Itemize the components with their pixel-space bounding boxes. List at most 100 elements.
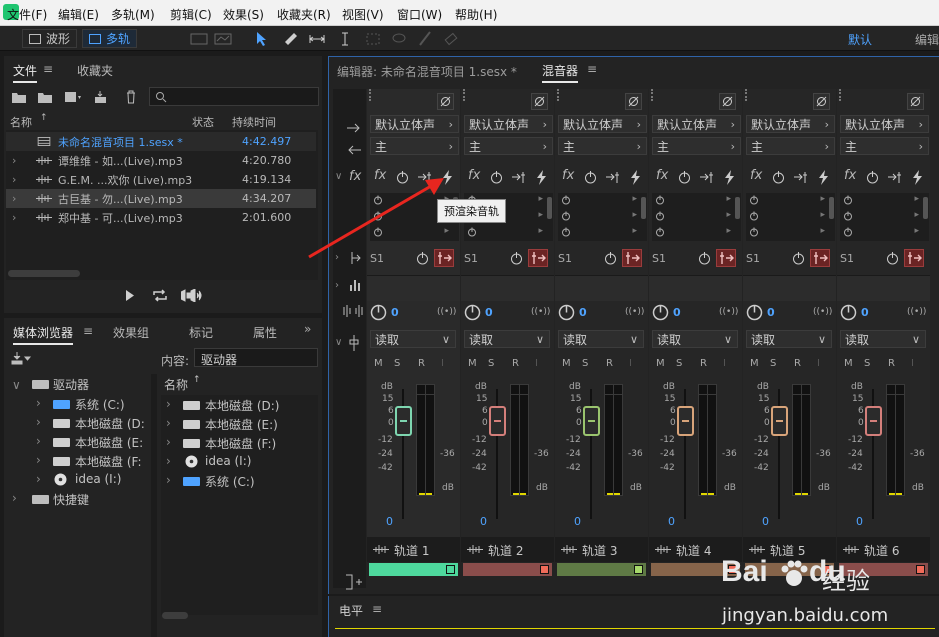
list-item[interactable]: 本地磁盘 (E:) — [205, 416, 278, 433]
power-icon[interactable] — [582, 169, 599, 186]
panel-menu-icon[interactable]: ≡ — [587, 62, 597, 76]
record-arm-button[interactable]: R — [888, 358, 895, 369]
download-icon[interactable] — [11, 351, 33, 365]
power-icon[interactable] — [790, 250, 807, 267]
track-color-swatch[interactable] — [540, 565, 549, 574]
tab-media-browser[interactable]: 媒体浏览器 — [13, 324, 74, 345]
expand-eq-icon[interactable]: › — [335, 280, 339, 291]
slot-arrow-icon[interactable]: ▸ — [726, 194, 731, 204]
menu-effects[interactable]: 效果(S) — [223, 6, 264, 23]
stereo-icon[interactable]: ((•)) — [625, 307, 644, 317]
name-col-header[interactable]: 名称 — [164, 376, 188, 393]
menu-help[interactable]: 帮助(H) — [455, 6, 497, 23]
expand-arrow-icon[interactable]: › — [166, 454, 171, 468]
pre-post-fader-icon[interactable] — [511, 169, 528, 186]
workspace-edit[interactable]: 编辑 — [915, 31, 939, 48]
panel-menu-icon[interactable]: ≡ — [83, 324, 93, 338]
stereo-icon[interactable]: ((•)) — [531, 307, 550, 317]
drag-handle[interactable] — [369, 89, 373, 101]
input-select[interactable]: 默认立体声 › — [652, 115, 741, 133]
phase-invert-icon[interactable] — [813, 93, 830, 110]
list-item[interactable]: › 郑中基 - 可...(Live).mp3 2:01.600 — [6, 208, 316, 227]
pre-render-track-icon[interactable] — [721, 169, 738, 186]
collapse-automation-icon[interactable]: ∨ — [335, 337, 342, 348]
pan-knob-icon[interactable] — [464, 304, 481, 321]
stereo-icon[interactable]: ((•)) — [813, 307, 832, 317]
tab-mixer[interactable]: 混音器 — [542, 62, 579, 83]
solo-button[interactable]: S — [394, 358, 400, 369]
power-icon[interactable] — [843, 211, 853, 221]
tab-files[interactable]: 文件 — [13, 62, 38, 83]
record-arm-button[interactable]: R — [512, 358, 519, 369]
track-name[interactable]: 轨道 1 — [394, 542, 429, 559]
slot-arrow-icon[interactable]: ▸ — [726, 210, 731, 220]
eq-row[interactable] — [367, 275, 460, 301]
slot-arrow-icon[interactable]: ▸ — [538, 194, 543, 204]
output-select[interactable]: 主 › — [746, 137, 835, 155]
pre-render-track-icon[interactable] — [909, 169, 926, 186]
col-duration-header[interactable]: 持续时间 — [232, 114, 276, 130]
track-name[interactable]: 轨道 2 — [488, 542, 523, 559]
loop-icon[interactable] — [152, 289, 168, 302]
pan-value[interactable]: 0 — [485, 306, 493, 319]
pan-value[interactable]: 0 — [673, 306, 681, 319]
power-icon[interactable] — [467, 227, 477, 237]
output-select[interactable]: 主 › — [558, 137, 647, 155]
track-color-bar[interactable] — [463, 563, 552, 576]
panel-menu-icon[interactable]: ≡ — [43, 62, 53, 76]
automation-mode-select[interactable]: 读取 ∨ — [464, 330, 550, 348]
delete-icon[interactable] — [125, 90, 137, 104]
pre-post-fader-icon[interactable] — [699, 169, 716, 186]
power-icon[interactable] — [843, 227, 853, 237]
power-icon[interactable] — [655, 195, 665, 205]
expand-arrow-icon[interactable]: › — [166, 473, 171, 487]
more-tabs-icon[interactable]: » — [304, 322, 311, 336]
expand-arrow-icon[interactable]: › — [36, 472, 41, 486]
power-icon[interactable] — [508, 250, 525, 267]
fx-rack-slots[interactable]: ▸ ▸ ▸ — [558, 193, 647, 241]
slot-arrow-icon[interactable]: ▸ — [820, 226, 825, 236]
automation-mode-select[interactable]: 读取 ∨ — [558, 330, 644, 348]
list-item[interactable]: 本地磁盘 (D:) — [205, 397, 279, 414]
input-select[interactable]: 默认立体声 › — [464, 115, 553, 133]
power-icon[interactable] — [602, 250, 619, 267]
power-icon[interactable] — [488, 169, 505, 186]
menu-clip[interactable]: 剪辑(C) — [170, 6, 212, 23]
automation-mode-select[interactable]: 读取 ∨ — [746, 330, 832, 348]
solo-button[interactable]: S — [770, 358, 776, 369]
lasso-tool-icon[interactable] — [390, 30, 408, 48]
slot-arrow-icon[interactable]: ▸ — [538, 226, 543, 236]
stereo-icon[interactable]: ((•)) — [907, 307, 926, 317]
fx-scrollbar[interactable] — [735, 197, 740, 219]
tab-effects-rack[interactable]: 效果组 — [113, 324, 149, 341]
expand-arrow-icon[interactable]: › — [36, 453, 41, 467]
tab-markers[interactable]: 标记 — [189, 324, 213, 341]
automation-mode-select[interactable]: 读取 ∨ — [840, 330, 926, 348]
move-tool-icon[interactable] — [254, 30, 272, 48]
tree-drives[interactable]: 驱动器 — [53, 376, 89, 393]
content-path-field[interactable]: 驱动器 — [194, 348, 318, 367]
input-select[interactable]: 默认立体声 › — [370, 115, 459, 133]
phase-invert-icon[interactable] — [437, 93, 454, 110]
volume-fader[interactable] — [395, 406, 412, 436]
track-color-swatch[interactable] — [446, 565, 455, 574]
phase-invert-icon[interactable] — [625, 93, 642, 110]
tab-editor[interactable]: 编辑器: 未命名混音项目 1.sesx * — [337, 63, 517, 80]
col-status-header[interactable]: 状态 — [192, 114, 214, 130]
list-item[interactable]: 本地磁盘 (F:) — [205, 435, 276, 452]
horizontal-scrollbar[interactable] — [162, 612, 188, 619]
eq-row[interactable] — [461, 275, 554, 301]
tree-shortcuts[interactable]: 快捷键 — [53, 491, 89, 508]
slot-arrow-icon[interactable]: ▸ — [914, 194, 919, 204]
expand-arrow-icon[interactable]: › — [36, 434, 41, 448]
fx-icon[interactable]: fx — [844, 168, 856, 183]
open-folder-icon[interactable] — [11, 90, 27, 104]
eq-row[interactable] — [555, 275, 648, 301]
automation-mode-select[interactable]: 读取 ∨ — [370, 330, 456, 348]
volume-value[interactable]: 0 — [574, 515, 581, 528]
output-select[interactable]: 主 › — [840, 137, 929, 155]
input-monitor-button[interactable]: I — [817, 358, 820, 369]
track-color-bar[interactable] — [557, 563, 646, 576]
brush-tool-icon[interactable] — [416, 30, 434, 48]
record-arm-button[interactable]: R — [418, 358, 425, 369]
